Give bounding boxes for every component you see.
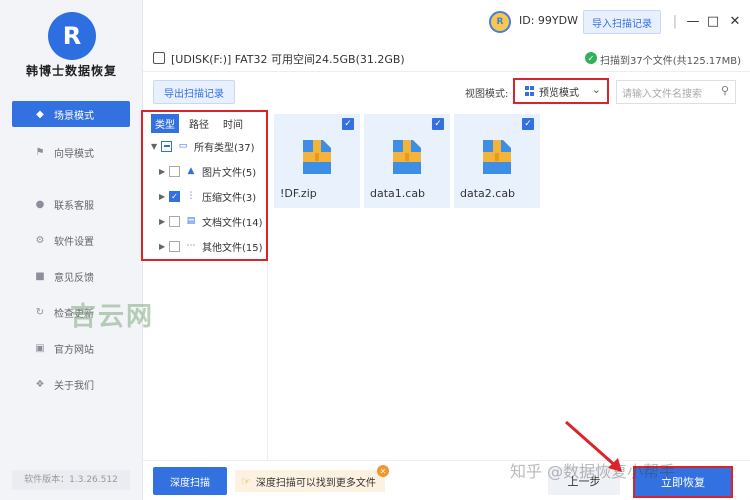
deep-scan-tip: ☞ 深度扫描可以找到更多文件 ✕ xyxy=(235,465,389,492)
maximize-icon[interactable]: □ xyxy=(705,12,721,30)
file-checkbox[interactable]: ✓ xyxy=(432,118,444,130)
watermark: 吉云网 xyxy=(70,302,155,332)
check-circle-icon: ✓ xyxy=(585,52,597,64)
file-card[interactable]: ✓ !DF.zip xyxy=(274,114,360,208)
close-icon[interactable]: ✕ xyxy=(727,12,743,30)
update-icon: ↻ xyxy=(35,306,45,318)
file-name: !DF.zip xyxy=(280,187,317,200)
chevron-down-icon: ⌄ xyxy=(591,83,601,96)
sidebar-item-settings[interactable]: ⚙ 软件设置 xyxy=(12,227,130,253)
file-card[interactable]: ✓ data1.cab xyxy=(364,114,450,208)
sidebar-item-label: 软件设置 xyxy=(54,236,94,248)
about-icon: ❖ xyxy=(35,378,45,390)
pointing-hand-icon: ☞ xyxy=(241,474,251,488)
sidebar-item-label: 联系客服 xyxy=(54,200,94,212)
export-scan-button[interactable]: 导出扫描记录 xyxy=(153,80,235,104)
file-name: data1.cab xyxy=(370,187,426,200)
sidebar-item-about[interactable]: ❖ 关于我们 xyxy=(12,371,130,397)
flag-icon: ⚑ xyxy=(35,146,45,158)
avatar[interactable]: R xyxy=(489,11,511,33)
file-grid: ✓ !DF.zip ✓ data1.cab ✓ data2.cab xyxy=(268,108,750,460)
sidebar-item-scenes[interactable]: ◆ 场景模式 xyxy=(12,101,130,127)
sidebar-item-website[interactable]: ▣ 官方网站 xyxy=(12,335,130,361)
file-checkbox[interactable]: ✓ xyxy=(522,118,534,130)
zip-file-icon xyxy=(303,140,331,174)
sidebar-item-wizard[interactable]: ⚑ 向导模式 xyxy=(12,139,130,165)
website-icon: ▣ xyxy=(35,342,45,354)
search-placeholder: 请输入文件名搜索 xyxy=(622,88,702,100)
zip-file-icon xyxy=(393,140,421,174)
app-logo: R xyxy=(48,12,96,60)
close-tip-icon[interactable]: ✕ xyxy=(377,465,389,477)
view-mode-select[interactable]: 预览模式 ⌄ xyxy=(513,78,609,104)
user-id: ID: 99YDW xyxy=(519,14,578,27)
minimize-icon[interactable]: — xyxy=(685,12,701,30)
scan-status: 扫描到37个文件(共125.17MB) xyxy=(600,56,742,67)
deep-scan-tip-text: 深度扫描可以找到更多文件 xyxy=(255,477,376,489)
file-card[interactable]: ✓ data2.cab xyxy=(454,114,540,208)
deep-scan-button[interactable]: 深度扫描 xyxy=(153,467,227,495)
gear-icon: ⚙ xyxy=(35,234,45,246)
sidebar-item-feedback[interactable]: ■ 意见反馈 xyxy=(12,263,130,289)
search-icon: ⚲ xyxy=(720,84,729,97)
title-bar: R ID: 99YDW 导入扫描记录 | — □ ✕ xyxy=(143,0,750,44)
divider: | xyxy=(672,13,678,29)
sidebar-item-label: 向导模式 xyxy=(54,148,94,160)
view-mode-value: 预览模式 xyxy=(539,87,579,99)
toolbar: 导出扫描记录 视图模式: 预览模式 ⌄ 请输入文件名搜索 ⚲ xyxy=(143,72,750,108)
search-input[interactable]: 请输入文件名搜索 ⚲ xyxy=(616,80,736,104)
file-checkbox[interactable]: ✓ xyxy=(342,118,354,130)
drive-icon xyxy=(153,52,165,64)
file-name: data2.cab xyxy=(460,187,516,200)
scenes-icon: ◆ xyxy=(36,108,44,120)
headset-icon: ● xyxy=(35,198,45,210)
sidebar-item-label: 场景模式 xyxy=(54,110,94,122)
import-scan-button[interactable]: 导入扫描记录 xyxy=(583,10,661,34)
sidebar-item-label: 关于我们 xyxy=(54,380,94,392)
sidebar-item-label: 官方网站 xyxy=(54,344,94,356)
view-mode-label: 视图模式: xyxy=(465,89,509,100)
sidebar: R 韩博士数据恢复 ◆ 场景模式 ⚑ 向导模式 ● 联系客服 ⚙ 软件设置 ■ … xyxy=(0,0,143,500)
tree-highlight-box xyxy=(141,110,268,261)
zip-file-icon xyxy=(483,140,511,174)
feedback-icon: ■ xyxy=(35,270,45,282)
drive-info: [UDISK(F:)] FAT32 可用空间24.5GB(31.2GB) xyxy=(171,53,405,66)
app-name: 韩博士数据恢复 xyxy=(25,64,117,78)
sidebar-item-support[interactable]: ● 联系客服 xyxy=(12,191,130,217)
grid-icon xyxy=(525,86,535,96)
annotation-arrow xyxy=(565,420,622,472)
version-label: 软件版本：1.3.26.512 xyxy=(12,470,130,490)
drive-info-bar: [UDISK(F:)] FAT32 可用空间24.5GB(31.2GB) ✓ 扫… xyxy=(143,44,750,72)
sidebar-item-label: 意见反馈 xyxy=(54,272,94,284)
